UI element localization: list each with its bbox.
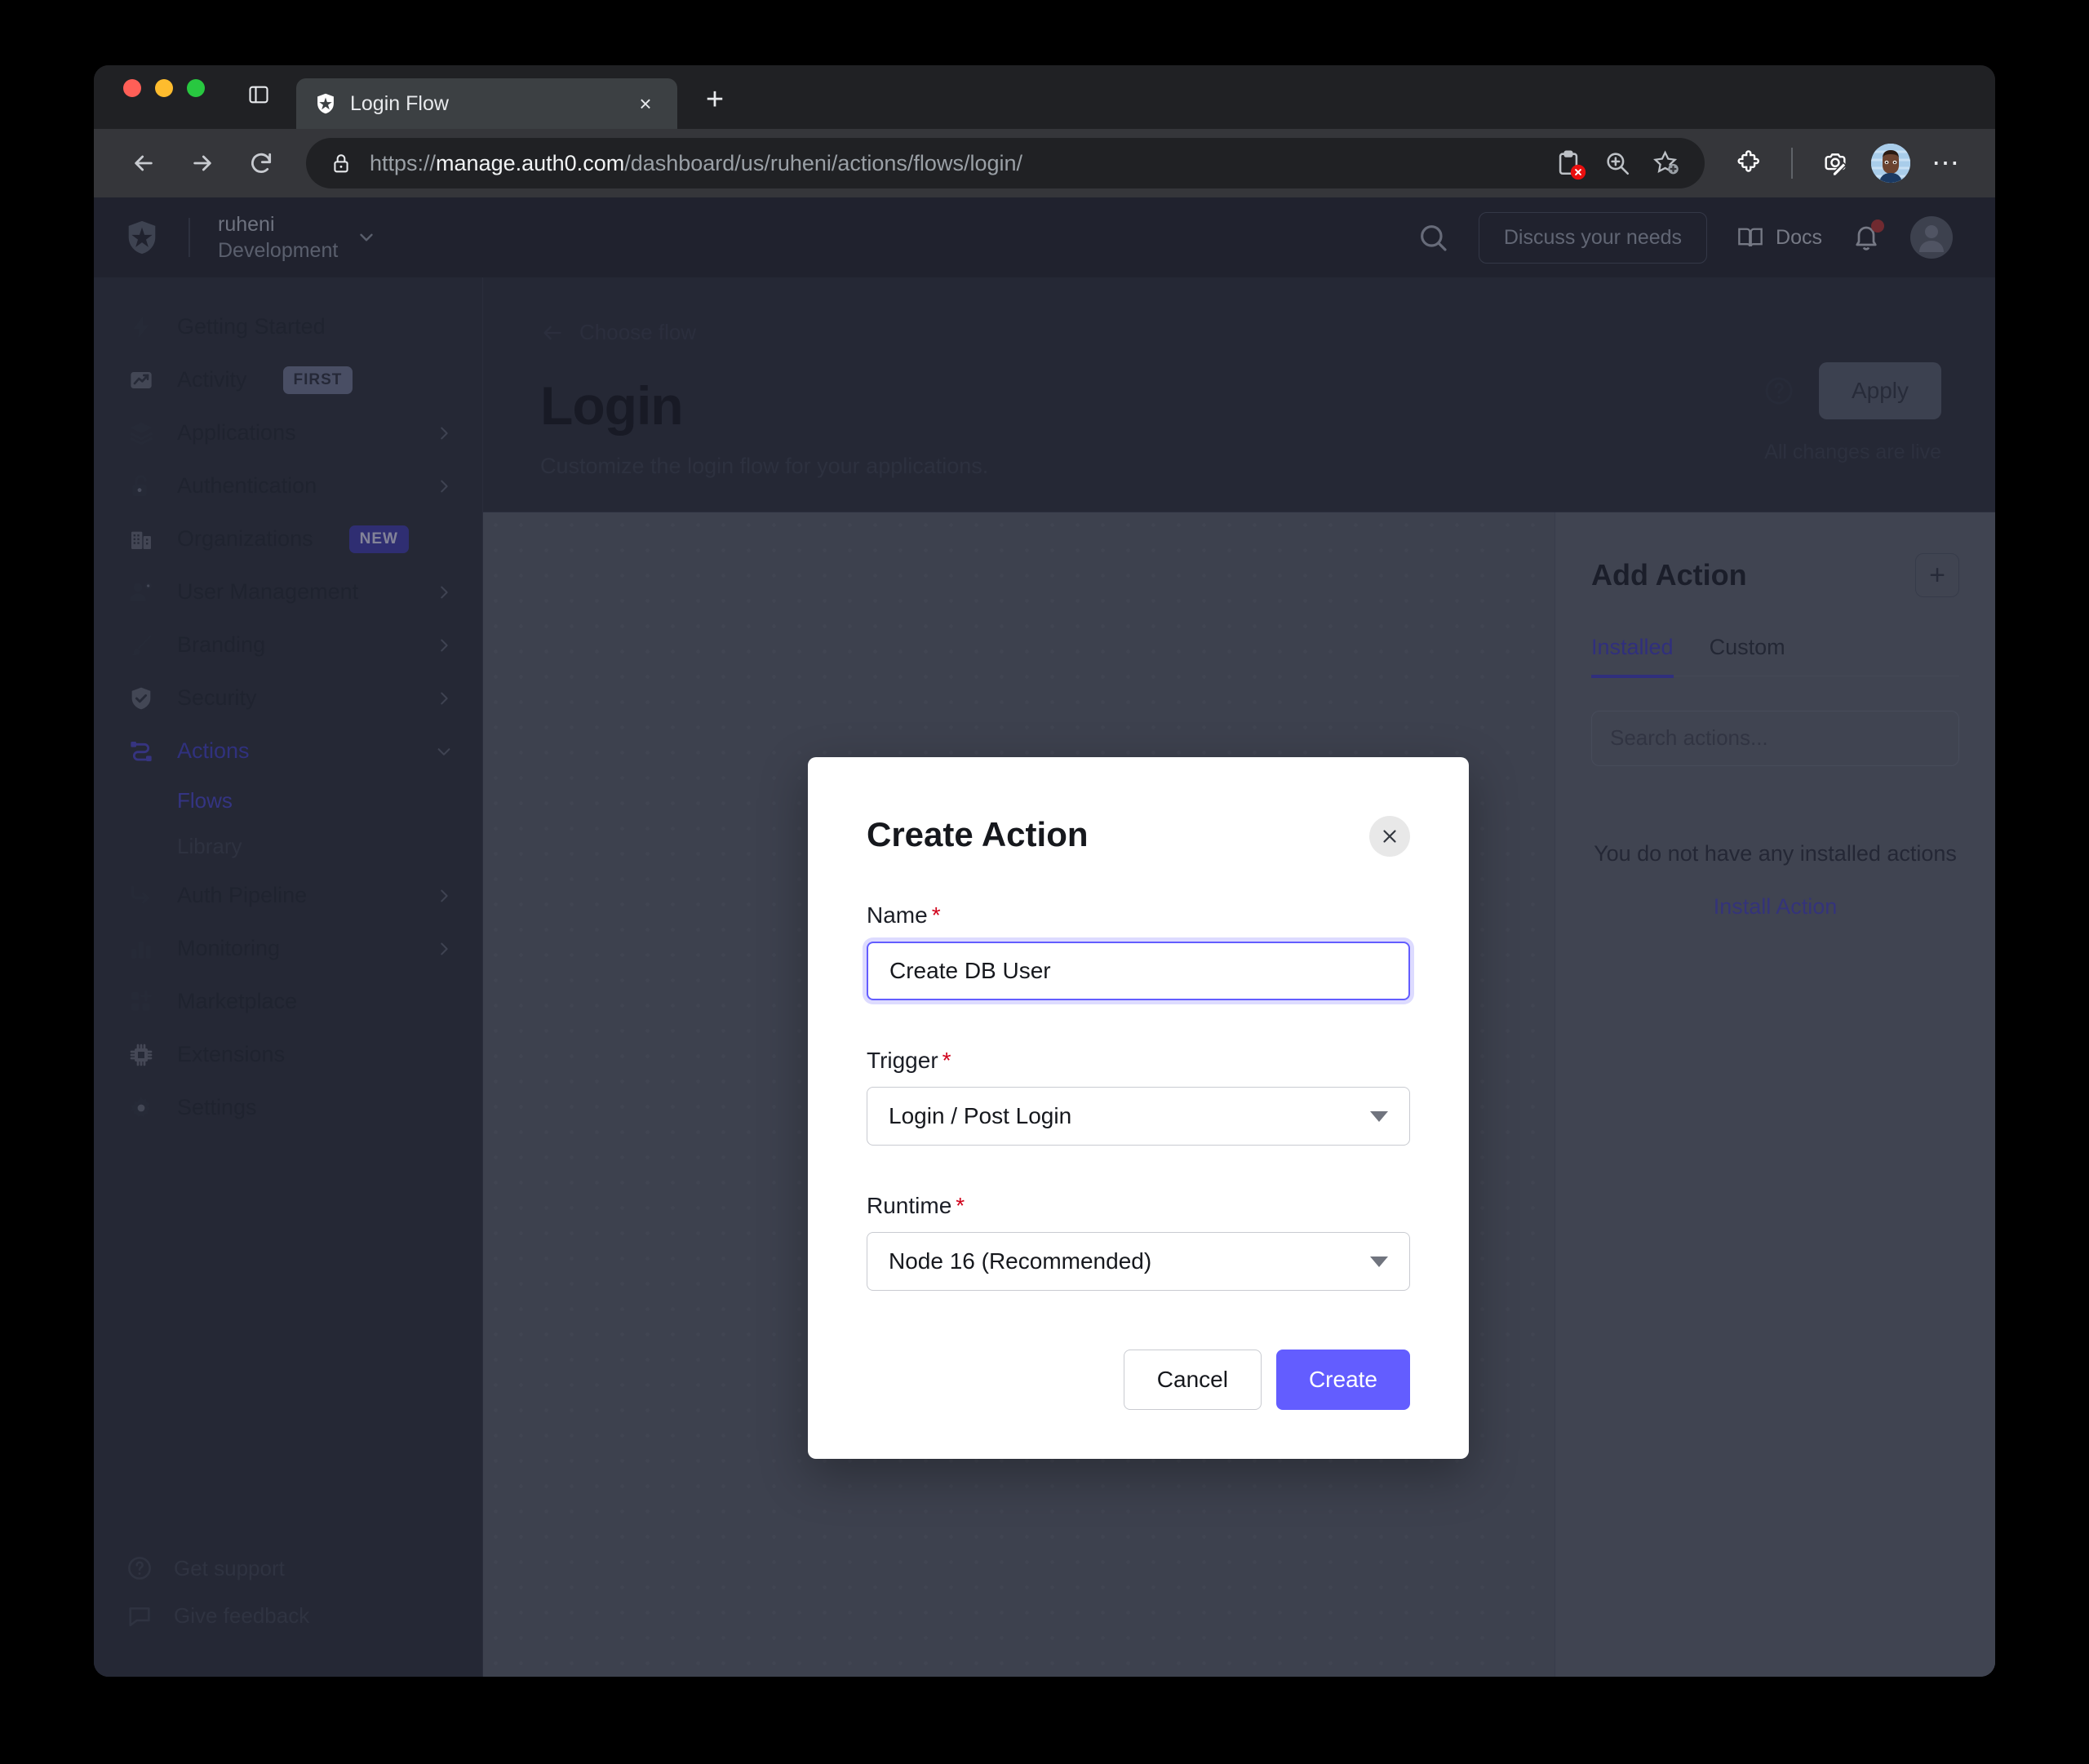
auth0-dashboard: ruheni Development Discuss your needs Do…	[94, 197, 1995, 1677]
browser-tab-strip: Login Flow × +	[94, 65, 1995, 129]
modal-header: Create Action	[867, 816, 1410, 857]
browser-tab-title: Login Flow	[350, 92, 619, 116]
close-modal-button[interactable]	[1369, 816, 1410, 857]
extensions-puzzle-icon[interactable]	[1724, 139, 1773, 188]
avatar	[1871, 144, 1910, 183]
trigger-select[interactable]: Login / Post Login	[867, 1087, 1410, 1146]
close-icon	[1380, 827, 1399, 846]
field-name: Name*	[867, 902, 1410, 1000]
arrow-right-icon	[189, 150, 215, 176]
auth0-shield-icon	[314, 92, 337, 115]
create-button[interactable]: Create	[1276, 1350, 1410, 1410]
minimize-window-button[interactable]	[155, 79, 173, 97]
close-window-button[interactable]	[123, 79, 141, 97]
chevron-down-icon	[1370, 1257, 1388, 1267]
browser-window: Login Flow × + https://manage.auth0.com/…	[94, 65, 1995, 1677]
modal-title: Create Action	[867, 816, 1369, 853]
arrow-left-icon	[131, 150, 157, 176]
modal-actions: Cancel Create	[867, 1350, 1410, 1410]
zoom-icon[interactable]	[1603, 149, 1631, 177]
required-asterisk: *	[942, 1048, 951, 1073]
bookmark-star-icon[interactable]	[1652, 149, 1680, 177]
window-traffic-lights	[123, 65, 205, 129]
cancel-button[interactable]: Cancel	[1124, 1350, 1262, 1410]
browser-tab[interactable]: Login Flow ×	[296, 78, 677, 129]
browser-menu-icon[interactable]: ⋯	[1922, 139, 1971, 188]
runtime-label: Runtime*	[867, 1193, 1410, 1219]
reload-icon	[248, 150, 274, 176]
browser-extensions-area: ⋯	[1724, 139, 1971, 188]
field-runtime: Runtime* Node 16 (Recommended)	[867, 1193, 1410, 1291]
trigger-selected-value: Login / Post Login	[889, 1103, 1370, 1129]
profile-avatar-icon[interactable]	[1866, 139, 1915, 188]
lock-icon	[330, 153, 352, 174]
name-input[interactable]	[867, 942, 1410, 1000]
screenshot-camera-icon[interactable]	[1811, 139, 1860, 188]
field-trigger: Trigger* Login / Post Login	[867, 1048, 1410, 1146]
new-tab-button[interactable]: +	[695, 80, 734, 119]
required-asterisk: *	[932, 902, 941, 928]
omnibox-actions	[1555, 149, 1680, 177]
back-button[interactable]	[118, 138, 169, 188]
toolbar-divider	[1791, 148, 1793, 179]
forward-button[interactable]	[177, 138, 228, 188]
close-tab-button[interactable]: ×	[632, 90, 659, 117]
address-bar[interactable]: https://manage.auth0.com/dashboard/us/ru…	[306, 138, 1705, 188]
clipboard-error-icon[interactable]	[1555, 149, 1582, 177]
browser-toolbar: https://manage.auth0.com/dashboard/us/ru…	[94, 129, 1995, 197]
runtime-selected-value: Node 16 (Recommended)	[889, 1248, 1370, 1274]
trigger-label: Trigger*	[867, 1048, 1410, 1074]
reload-button[interactable]	[236, 138, 286, 188]
address-bar-url: https://manage.auth0.com/dashboard/us/ru…	[370, 151, 1537, 176]
name-label: Name*	[867, 902, 1410, 929]
required-asterisk: *	[956, 1193, 965, 1218]
maximize-window-button[interactable]	[187, 79, 205, 97]
runtime-select[interactable]: Node 16 (Recommended)	[867, 1232, 1410, 1291]
chevron-down-icon	[1370, 1111, 1388, 1122]
create-action-modal: Create Action Name* Trigger* Login / Pos…	[808, 757, 1469, 1459]
sidebar-panel-toggle-icon[interactable]	[241, 77, 277, 113]
